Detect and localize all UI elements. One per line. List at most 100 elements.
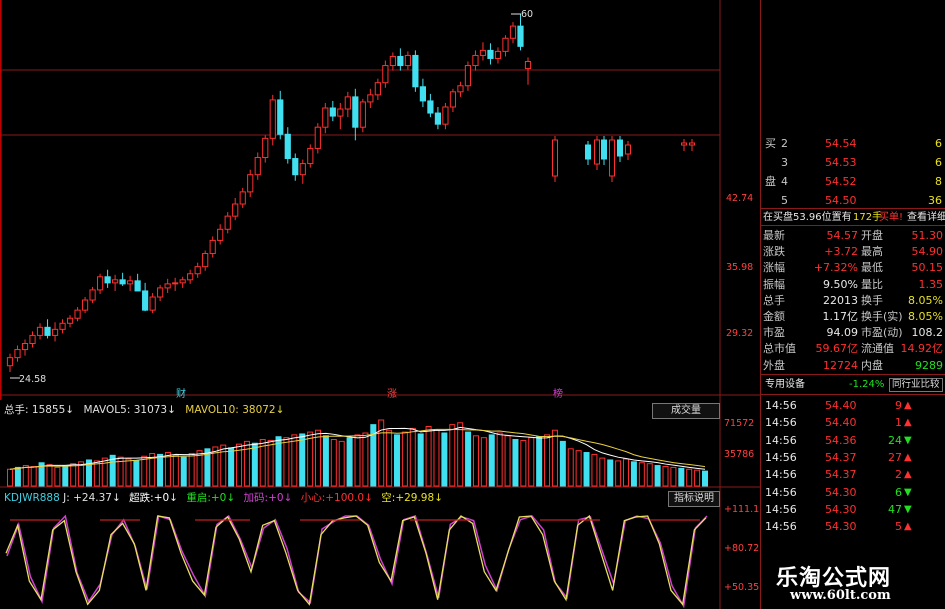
candle-body: [449, 91, 457, 108]
volume-bar: [330, 439, 337, 487]
marker-cai[interactable]: 财: [176, 385, 186, 400]
big-order-notice[interactable]: 在买盘53.96位置有 172手 买单! 查看详细: [761, 210, 945, 225]
volume-bar: [125, 458, 132, 487]
orderbook-level: 3: [781, 156, 788, 169]
candle-body: [239, 191, 246, 205]
orderbook-price[interactable]: 54.52: [825, 174, 857, 189]
candle-body: [187, 273, 194, 281]
trade-row: 14:56 54.37 2 ▲: [761, 467, 945, 482]
orderbook-vol: 6: [935, 137, 942, 150]
volume-bar: [694, 469, 701, 487]
volume-bar: [409, 427, 416, 487]
volume-bar: [686, 468, 693, 487]
orderbook-level: 2: [781, 137, 788, 150]
candle-body: [601, 139, 607, 160]
orderbook-price[interactable]: 54.50: [825, 193, 857, 208]
volume-bar: [228, 447, 235, 487]
quote-value[interactable]: 94.09: [827, 325, 859, 340]
quote-value[interactable]: 22013: [823, 293, 858, 308]
trade-price: 54.30: [825, 520, 857, 534]
quote-value[interactable]: 1.35: [919, 277, 944, 292]
candle-body: [487, 49, 494, 59]
volume-bar: [307, 431, 314, 487]
candle-body: [29, 334, 36, 344]
candle-body: [247, 174, 254, 193]
volume-bar: [575, 450, 582, 487]
candle-body: [337, 108, 344, 117]
volume-bar: [267, 439, 274, 487]
candle-body: [419, 86, 426, 102]
volume-bar: [338, 440, 345, 487]
trade-time: 14:56: [765, 433, 797, 447]
quote-label: 金额: [763, 310, 785, 323]
orderbook-price[interactable]: 54.53: [825, 155, 857, 170]
price-tick-2: 35.98: [726, 262, 754, 273]
volume-bar: [520, 439, 527, 487]
quote-value[interactable]: 59.67亿: [816, 341, 859, 356]
candle-body: [254, 157, 261, 176]
volume-bar: [251, 442, 258, 487]
orderbook-price[interactable]: 54.54: [825, 136, 857, 151]
trade-price: 54.30: [825, 502, 857, 516]
marker-bang[interactable]: 榜: [553, 385, 563, 400]
candle-body: [224, 215, 231, 230]
candle-body: [112, 279, 119, 284]
notice-link[interactable]: 查看详细: [907, 210, 945, 225]
chart-svg[interactable]: [0, 0, 760, 609]
quote-value[interactable]: +7.32%: [814, 260, 858, 275]
candle-body: [269, 99, 276, 139]
orderbook-level: 4: [781, 175, 788, 188]
volume-bar: [630, 461, 637, 487]
volume-button[interactable]: 成交量: [652, 403, 720, 419]
candle-body: [434, 112, 442, 125]
chart-area[interactable]: 42.74 35.98 29.32 60 24.58 财 涨 榜 总手: 158…: [0, 0, 760, 609]
trade-price: 54.40: [825, 399, 857, 412]
quote-value[interactable]: 9.50%: [823, 277, 858, 292]
trade-volume: 24: [888, 433, 902, 447]
divider: [761, 374, 945, 375]
ind-item-0-value: +0: [153, 492, 170, 504]
candle-body: [314, 126, 321, 149]
quote-value[interactable]: 9289: [915, 358, 943, 373]
quote-label: 振幅: [763, 277, 785, 291]
candle-body: [6, 357, 14, 367]
volume-bar: [196, 450, 203, 487]
volume-bar: [7, 468, 13, 487]
candle-body: [21, 342, 29, 351]
quote-value[interactable]: 108.2: [912, 325, 944, 340]
orderbook-row: 3 54.53 6: [761, 155, 945, 170]
quote-value[interactable]: 54.90: [912, 244, 944, 259]
divider: [761, 208, 945, 209]
arrow-down-icon: ▼: [904, 486, 912, 498]
trade-price: 54.30: [825, 485, 857, 499]
volume-bar: [536, 436, 543, 487]
candle-body: [427, 100, 434, 114]
volume-bar: [164, 452, 171, 487]
ind-item-4-value: +29.98: [395, 492, 435, 504]
indicator-help-button[interactable]: 指标说明: [668, 491, 720, 507]
candle-body: [14, 349, 21, 359]
quote-value[interactable]: 50.15: [912, 260, 944, 275]
vol-ma10: 38072: [242, 404, 276, 416]
ind-item-1-value: +0: [210, 492, 227, 504]
quote-value[interactable]: 14.92亿: [901, 341, 944, 356]
ind-item-1-label: 重启:: [186, 492, 211, 504]
quote-value[interactable]: 51.30: [912, 228, 944, 243]
quote-value[interactable]: 8.05%: [908, 309, 943, 324]
quote-value[interactable]: +3.72: [824, 244, 858, 259]
marker-zhang[interactable]: 涨: [387, 385, 397, 400]
quote-label: 内盘: [861, 358, 883, 372]
quote-value[interactable]: 12724: [823, 358, 858, 373]
quote-row: 涨跌 +3.72 最高 54.90: [761, 244, 945, 259]
industry-name[interactable]: 专用设备: [765, 377, 805, 392]
quote-label: 量比: [861, 277, 883, 291]
watermark-url: www.60lt.com: [790, 588, 891, 603]
industry-compare-button[interactable]: 同行业比较: [889, 378, 943, 392]
trade-volume: 6: [895, 485, 902, 499]
quote-value[interactable]: 8.05%: [908, 293, 943, 308]
quote-value[interactable]: 1.17亿: [823, 309, 859, 324]
quote-label: 换手(实): [861, 310, 903, 323]
volume-bar: [70, 463, 77, 487]
quote-value[interactable]: 54.57: [827, 228, 859, 243]
trade-volume: 5: [895, 520, 902, 534]
